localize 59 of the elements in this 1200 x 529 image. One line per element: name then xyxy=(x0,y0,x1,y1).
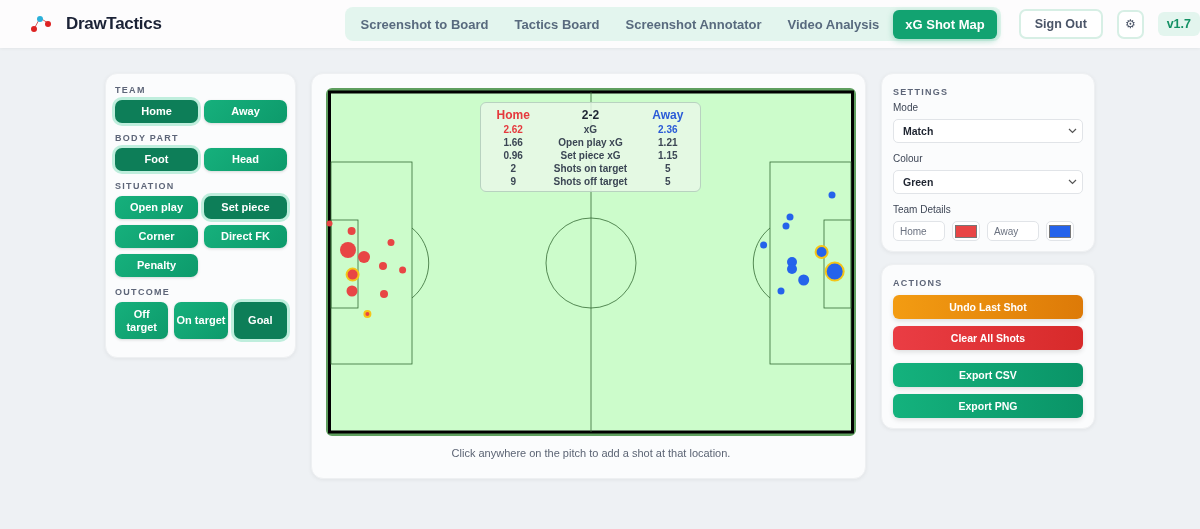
stat-value: 9 xyxy=(509,176,517,187)
stat-value: 5 xyxy=(664,176,672,187)
nav-tab[interactable]: Video Analysis xyxy=(775,9,892,39)
stat-value: 2.36 xyxy=(657,124,679,135)
home-team-label: Home xyxy=(495,108,531,122)
nav-tab[interactable]: xG Shot Map xyxy=(893,9,997,39)
stat-value: 5 xyxy=(664,163,672,174)
nav-tab[interactable]: Screenshot Annotator xyxy=(613,9,774,39)
stat-value: 2 xyxy=(509,163,517,174)
option-button[interactable]: Foot xyxy=(115,148,198,171)
option-button[interactable]: Head xyxy=(204,148,287,171)
team-name-field[interactable]: Away xyxy=(987,221,1039,241)
brand-name: DrawTactics xyxy=(66,14,162,34)
section-title: BODY PART xyxy=(115,133,180,143)
stat-label: Set piece xG xyxy=(559,150,622,161)
action-button[interactable]: Export CSV xyxy=(893,363,1083,387)
stat-value: 1.66 xyxy=(502,137,524,148)
option-button[interactable]: Set piece xyxy=(204,196,287,219)
sign-out-button[interactable]: Sign Out xyxy=(1018,9,1103,39)
section-title: ACTIONS xyxy=(893,278,944,288)
team-name-field[interactable]: Home xyxy=(893,221,945,241)
away-team-label: Away xyxy=(651,108,685,122)
hint-text: Click anywhere on the pitch to add a shot at that location. xyxy=(450,447,732,459)
stat-label: Shots off target xyxy=(552,176,629,187)
action-button[interactable]: Clear All Shots xyxy=(893,326,1083,350)
section-title: OUTCOME xyxy=(115,287,172,297)
section-title: SETTINGS xyxy=(893,87,950,97)
option-button[interactable]: Open play xyxy=(115,196,198,219)
stat-label: Open play xG xyxy=(557,137,624,148)
mode-select[interactable]: Match xyxy=(893,119,1083,143)
score-label: 2-2 xyxy=(580,108,601,122)
field-label: Colour xyxy=(893,153,924,164)
option-button[interactable]: On target xyxy=(174,302,228,339)
stat-label: Shots on target xyxy=(552,163,629,174)
stat-value: 0.96 xyxy=(502,150,524,161)
nav-tab[interactable]: Screenshot to Board xyxy=(348,9,501,39)
field-label: Mode xyxy=(893,102,919,113)
option-button[interactable]: Direct FK xyxy=(204,225,287,248)
version-badge: v1.7 xyxy=(1157,12,1200,36)
option-button[interactable]: Home xyxy=(115,100,198,123)
section-title: TEAM xyxy=(115,85,147,95)
stat-value: 1.15 xyxy=(657,150,679,161)
stat-value: 2.62 xyxy=(502,124,524,135)
action-button[interactable]: Export PNG xyxy=(893,394,1083,418)
chevron-icon xyxy=(1068,128,1077,134)
option-button[interactable]: Away xyxy=(204,100,287,123)
option-button[interactable]: Off target xyxy=(115,302,169,339)
settings-button[interactable]: ⚙ xyxy=(1116,9,1144,39)
chevron-icon xyxy=(1068,179,1077,185)
action-button[interactable]: Undo Last Shot xyxy=(893,295,1083,319)
option-button[interactable]: Goal xyxy=(233,302,287,339)
colour-select[interactable]: Green xyxy=(893,170,1083,194)
section-title: SITUATION xyxy=(115,181,176,191)
nav-tab[interactable]: Tactics Board xyxy=(502,9,612,39)
stat-label: xG xyxy=(582,124,599,135)
field-label: Team Details xyxy=(893,204,952,215)
option-button[interactable]: Corner xyxy=(115,225,198,248)
option-button[interactable]: Penalty xyxy=(115,254,198,277)
stat-value: 1.21 xyxy=(657,137,679,148)
